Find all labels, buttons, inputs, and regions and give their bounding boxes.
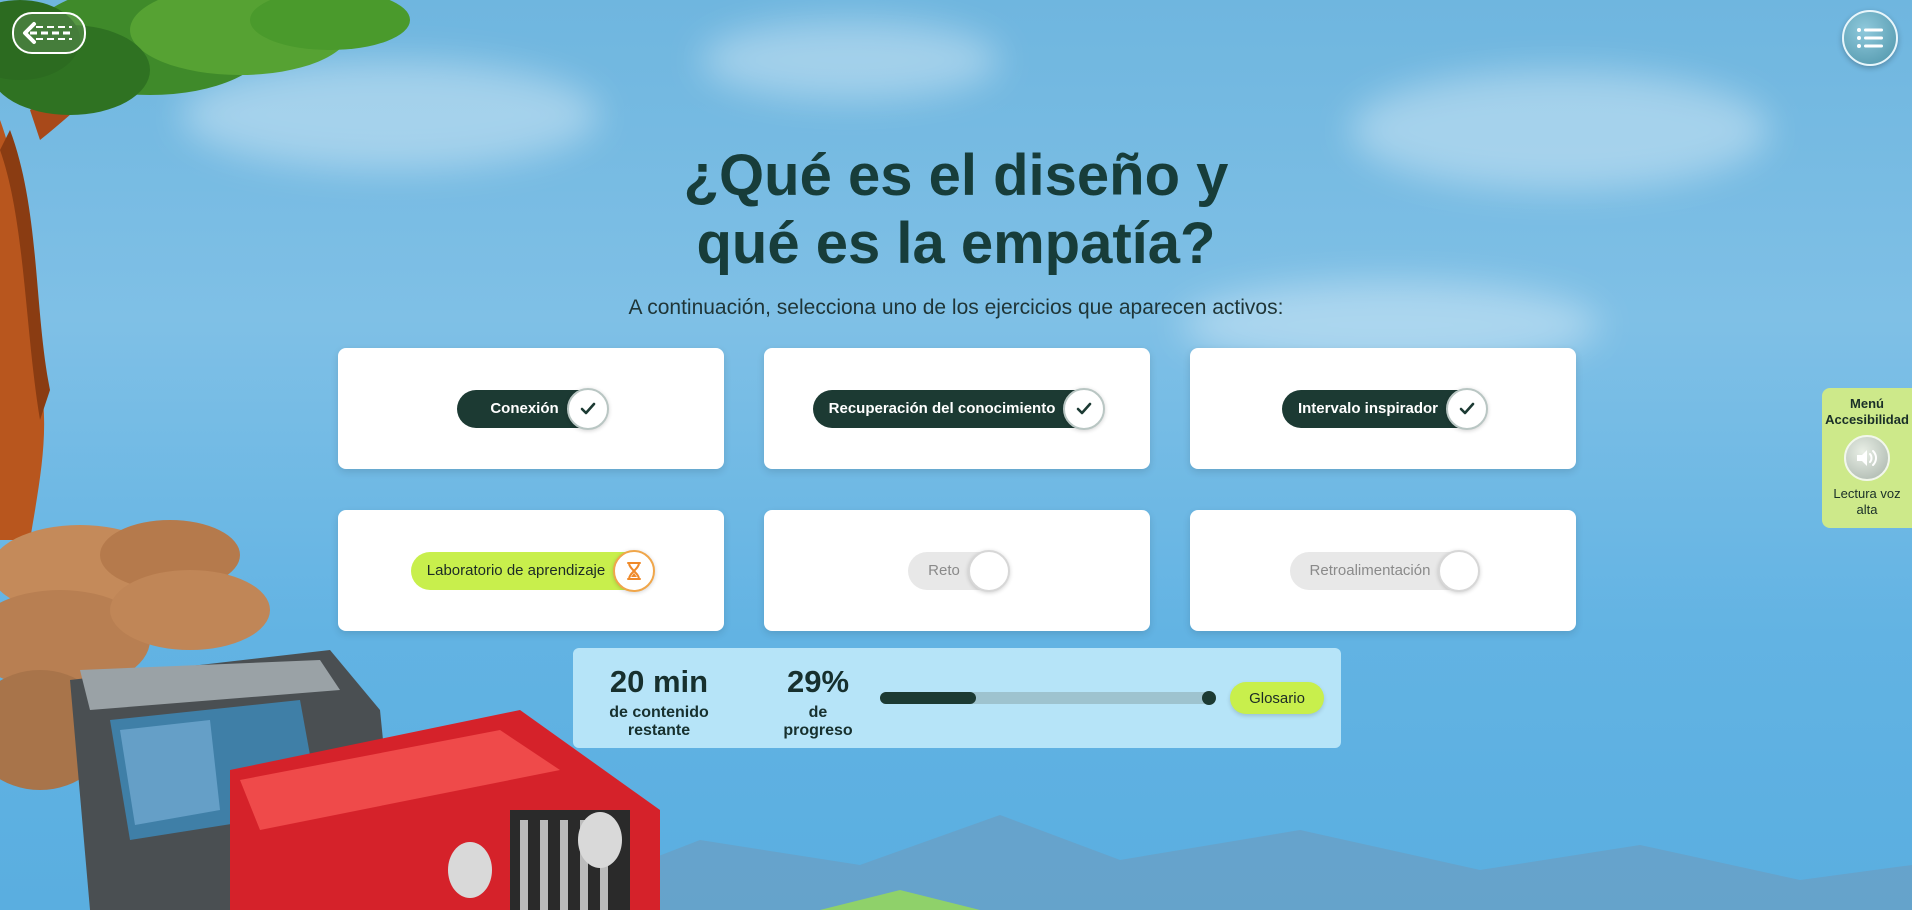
page-title-line1: ¿Qué es el diseño y	[683, 143, 1229, 208]
toggle-knob	[1438, 549, 1481, 592]
page-title-line2: qué es la empatía?	[696, 211, 1216, 276]
exercise-button-reto: Reto	[908, 549, 1010, 592]
progress-percent-value: 29%	[786, 664, 850, 699]
list-menu-icon	[1857, 28, 1883, 48]
exercise-card-retroalimentacion: Retroalimentación	[1190, 510, 1576, 631]
read-aloud-button[interactable]	[1844, 435, 1890, 481]
exercise-card-conexion: Conexión	[338, 348, 724, 469]
accessibility-heading: Menú Accesibilidad	[1822, 396, 1912, 428]
back-button[interactable]	[12, 12, 86, 54]
checkmark-icon	[566, 387, 609, 430]
progress-panel: 20 min de contenido restante 29% de prog…	[573, 648, 1341, 748]
back-arrow-icon	[23, 22, 72, 44]
page-subtitle: A continuación, selecciona uno de los ej…	[628, 296, 1284, 319]
exercise-card-laboratorio: Laboratorio de aprendizaje	[338, 510, 724, 631]
exercise-button-recuperacion[interactable]: Recuperación del conocimiento	[812, 387, 1106, 430]
toggle-knob	[967, 549, 1010, 592]
hourglass-icon	[613, 549, 656, 592]
checkmark-icon	[1446, 387, 1489, 430]
exercise-label: Recuperación del conocimiento	[828, 400, 1056, 417]
exercise-button-intervalo[interactable]: Intervalo inspirador	[1281, 387, 1489, 430]
read-aloud-label[interactable]: Lectura voz alta	[1822, 486, 1912, 518]
accessibility-heading-line1: Menú	[1850, 396, 1884, 411]
page-title: ¿Qué es el diseño y qué es la empatía?	[0, 142, 1912, 278]
accessibility-panel: Menú Accesibilidad Lectura voz alta	[1822, 388, 1912, 528]
speaker-icon	[1857, 450, 1877, 466]
time-remaining: 20 min de contenido restante	[589, 664, 729, 740]
exercise-card-recuperacion: Recuperación del conocimiento	[764, 348, 1150, 469]
exercise-card-intervalo: Intervalo inspirador	[1190, 348, 1576, 469]
progress-bar-end	[1202, 691, 1216, 705]
progress-bar	[880, 691, 1216, 705]
accessibility-heading-line2: Accesibilidad	[1825, 412, 1909, 427]
exercise-label: Reto	[928, 562, 960, 579]
exercise-label: Intervalo inspirador	[1297, 400, 1439, 417]
exercise-button-laboratorio[interactable]: Laboratorio de aprendizaje	[410, 549, 656, 592]
progress-percent: 29% de progreso	[773, 664, 863, 740]
tree-illustration	[0, 0, 410, 540]
exercise-label: Retroalimentación	[1309, 562, 1431, 579]
read-aloud-label-line2: alta	[1856, 502, 1878, 517]
glossary-button[interactable]: Glosario	[1230, 682, 1324, 714]
progress-percent-label: de progreso	[783, 704, 853, 739]
exercise-button-retroalimentacion: Retroalimentación	[1289, 549, 1481, 592]
time-remaining-label: de contenido restante	[609, 704, 709, 739]
exercise-label: Laboratorio de aprendizaje	[426, 562, 606, 579]
checkmark-icon	[1063, 387, 1106, 430]
time-remaining-value: 20 min	[609, 664, 709, 699]
exercise-button-conexion[interactable]: Conexión	[457, 387, 609, 430]
read-aloud-label-line1: Lectura voz	[1833, 486, 1901, 501]
progress-bar-fill	[880, 692, 976, 704]
exercise-card-reto: Reto	[764, 510, 1150, 631]
exercise-label: Conexión	[490, 400, 559, 417]
menu-button[interactable]	[1842, 10, 1898, 66]
